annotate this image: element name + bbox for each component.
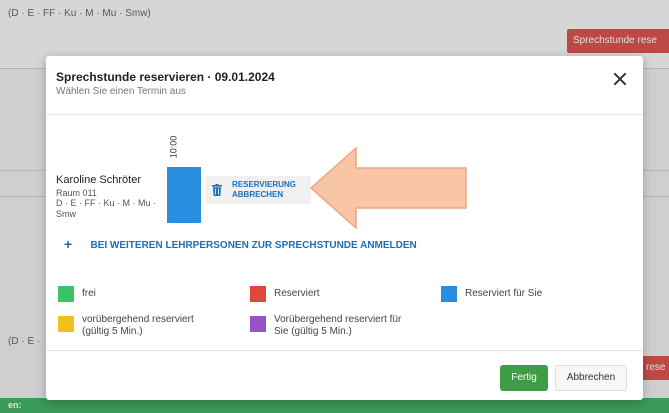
modal-title: Sprechstunde reservieren · 09.01.2024	[56, 70, 275, 84]
legend-label: Reserviert	[274, 288, 320, 299]
done-button[interactable]: Fertig	[500, 365, 548, 391]
legend-swatch	[58, 316, 74, 332]
legend-swatch	[250, 316, 266, 332]
add-more-teachers-label: BEI WEITEREN LEHRPERSONEN ZUR SPRECHSTUN…	[90, 240, 417, 251]
cancel-reservation-button[interactable]: RESERVIERUNG ABBRECHEN	[206, 176, 311, 204]
reservation-modal: Sprechstunde reservieren · 09.01.2024 Wä…	[46, 56, 643, 400]
modal-footer: Fertig Abbrechen	[46, 350, 643, 401]
teacher-name: Karoline Schröter	[56, 174, 141, 186]
legend-label: Vorübergehend reserviert für Sie (gültig…	[274, 314, 402, 337]
legend-label: frei	[82, 288, 96, 299]
teacher-room: Raum 011	[56, 188, 97, 198]
add-more-teachers-link[interactable]: + BEI WEITEREN LEHRPERSONEN ZUR SPRECHST…	[64, 236, 417, 254]
time-slot-reserved-for-you[interactable]	[167, 167, 201, 223]
legend-label: Reserviert für Sie	[465, 288, 543, 299]
time-column-label: 10:00	[166, 132, 184, 162]
modal-subtitle: Wählen Sie einen Termin aus	[56, 86, 186, 97]
cancel-button[interactable]: Abbrechen	[555, 365, 627, 391]
annotation-arrow-icon	[309, 146, 467, 230]
close-icon[interactable]	[609, 68, 631, 90]
cancel-reservation-label: RESERVIERUNG ABBRECHEN	[232, 180, 296, 199]
modal-header: Sprechstunde reservieren · 09.01.2024 Wä…	[46, 56, 643, 115]
time-label-text: 10:00	[168, 135, 179, 159]
legend-swatch	[58, 286, 74, 302]
teacher-subjects: D · E · FF · Ku · M · Mu · Smw	[56, 198, 156, 219]
legend-swatch	[250, 286, 266, 302]
trash-icon	[212, 184, 222, 196]
legend-label: vorübergehend reserviert (gültig 5 Min.)	[82, 314, 194, 337]
legend-swatch	[441, 286, 457, 302]
plus-icon: +	[64, 236, 73, 252]
